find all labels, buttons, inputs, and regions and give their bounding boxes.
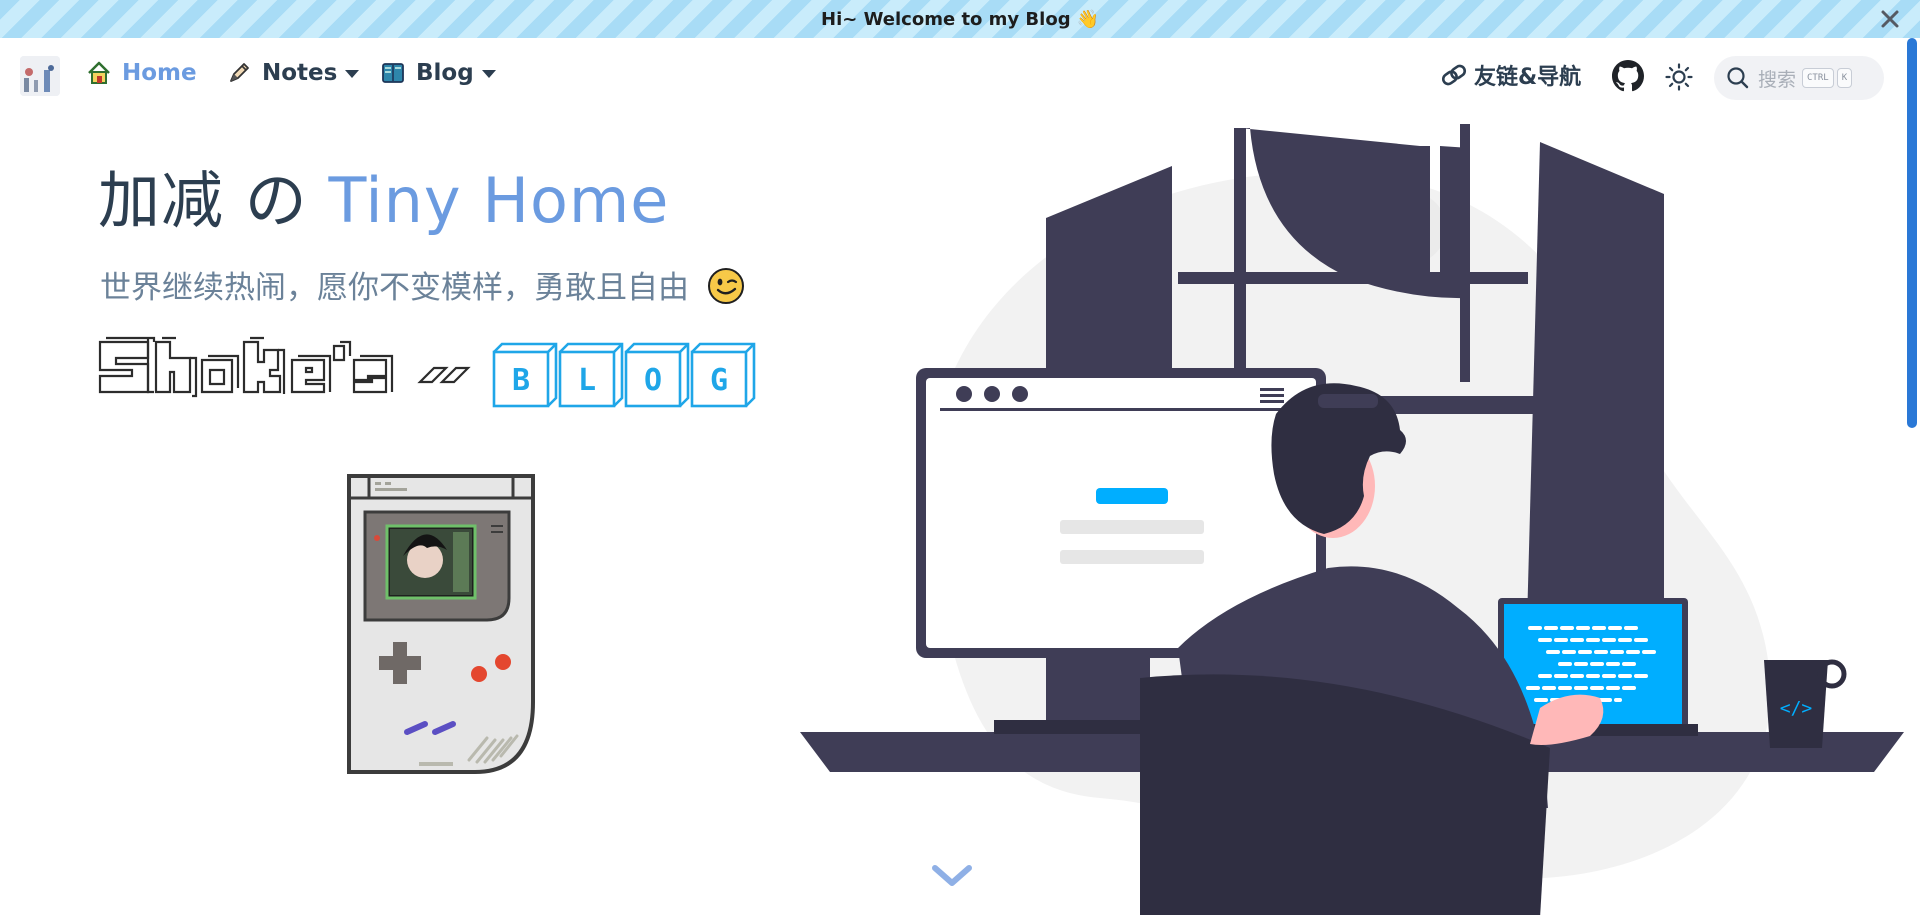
sun-icon	[1665, 63, 1693, 91]
book-icon	[380, 60, 406, 86]
search-box[interactable]: 搜索 CTRL K	[1714, 56, 1884, 100]
github-link[interactable]	[1612, 60, 1644, 92]
pixel-blog-logo: B L O G	[98, 336, 778, 416]
shortcut-key-ctrl: CTRL	[1802, 68, 1834, 88]
svg-text:L: L	[578, 363, 596, 398]
chevron-down-icon	[345, 70, 360, 78]
nav-blog[interactable]: Blog	[380, 60, 496, 86]
hero-tagline: 世界继续热闹，愿你不变模样，勇敢且自由	[100, 262, 745, 313]
nav-blog-label: Blog	[416, 60, 474, 86]
scroll-down-button[interactable]	[928, 858, 976, 894]
friend-link-label: 友链&导航	[1474, 65, 1582, 90]
nav-home[interactable]: Home	[86, 60, 197, 86]
tagline-text: 世界继续热闹，愿你不变模样，勇敢且自由	[100, 270, 689, 306]
hero-title: 加减 の Tiny Home	[98, 150, 669, 240]
home-icon	[86, 60, 112, 86]
site-logo-icon	[20, 56, 60, 96]
close-banner-button[interactable]	[1878, 7, 1902, 31]
chevron-down-icon	[932, 865, 972, 886]
developer-illustration: </>	[800, 118, 1904, 919]
svg-text:</>: </>	[1780, 698, 1813, 719]
scrollbar-thumb[interactable]	[1907, 38, 1917, 428]
nav-home-label: Home	[122, 60, 197, 86]
page-scrollbar[interactable]	[1904, 38, 1920, 915]
site-logo[interactable]	[20, 56, 60, 96]
hero-title-main: 加减 の	[98, 164, 308, 237]
wink-emoji-icon	[707, 267, 745, 313]
theme-toggle-button[interactable]	[1664, 62, 1694, 92]
hero-title-accent: Tiny Home	[328, 164, 670, 237]
banner-text: Hi~ Welcome to my Blog	[821, 8, 1071, 30]
friend-link-nav[interactable]: 友链&导航	[1440, 59, 1581, 91]
search-icon	[1727, 67, 1749, 89]
svg-text:B: B	[512, 363, 530, 398]
search-placeholder: 搜索	[1758, 68, 1797, 91]
svg-text:O: O	[644, 363, 662, 398]
nav-notes-label: Notes	[262, 60, 338, 86]
wave-emoji-icon: 👋	[1076, 8, 1099, 30]
announcement-banner: Hi~ Welcome to my Blog 👋	[0, 0, 1920, 38]
gameboy-avatar	[345, 472, 537, 782]
svg-text:G: G	[710, 363, 728, 398]
nav-notes[interactable]: Notes	[226, 60, 360, 86]
navbar: Home Notes Blog 友链&导航 搜索 CTRL K	[0, 38, 1904, 114]
github-icon	[1612, 60, 1644, 92]
link-icon	[1440, 61, 1468, 89]
chevron-down-icon	[481, 70, 496, 78]
shortcut-key-k: K	[1836, 68, 1853, 88]
pen-icon	[226, 60, 252, 86]
close-icon	[1881, 10, 1899, 28]
